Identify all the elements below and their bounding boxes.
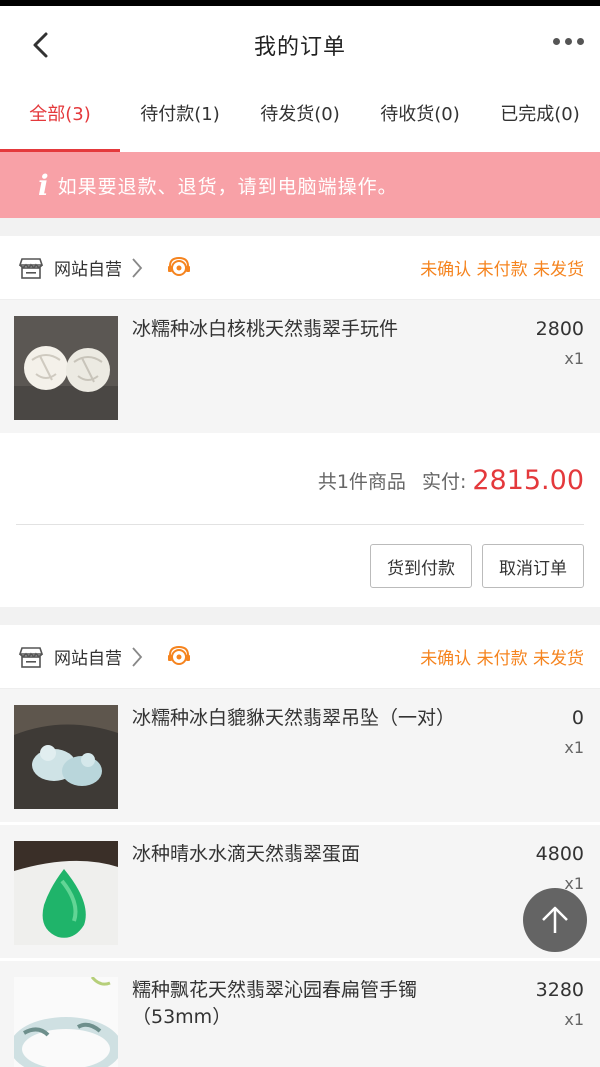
more-dots-icon[interactable] bbox=[553, 38, 584, 45]
customer-service-icon[interactable] bbox=[166, 255, 192, 281]
notice-text: 如果要退款、退货，请到电脑端操作。 bbox=[57, 175, 398, 198]
product-qty: x1 bbox=[564, 1010, 584, 1029]
order-item[interactable]: 糯种飘花天然翡翠沁园春扁管手镯（53mm） 3280 x1 bbox=[0, 961, 600, 1067]
order-item[interactable]: 冰糯种冰白核桃天然翡翠手玩件 2800 x1 bbox=[0, 300, 600, 436]
product-name[interactable]: 糯种飘花天然翡翠沁园春扁管手镯（53mm） bbox=[132, 977, 514, 1067]
price-column: 2800 x1 bbox=[514, 316, 584, 417]
page-title: 我的订单 bbox=[253, 35, 346, 60]
product-price: 0 bbox=[571, 707, 584, 729]
pay-label: 实付: bbox=[421, 470, 467, 493]
product-image[interactable] bbox=[14, 316, 118, 420]
store-name[interactable]: 网站自营 bbox=[54, 255, 122, 280]
product-image[interactable] bbox=[14, 841, 118, 945]
order-status: 未确认 未付款 未发货 bbox=[420, 260, 584, 280]
chevron-right-icon[interactable] bbox=[130, 645, 144, 669]
cash-on-delivery-button[interactable]: 货到付款 bbox=[370, 544, 472, 588]
scroll-top-button[interactable] bbox=[523, 888, 587, 952]
order-item[interactable]: 冰种晴水水滴天然翡翠蛋面 4800 x1 bbox=[0, 825, 600, 961]
info-icon: i bbox=[38, 168, 50, 202]
app-header: 我的订单 bbox=[0, 6, 600, 84]
product-qty: x1 bbox=[564, 738, 584, 757]
store-row: 网站自营 未确认 未付款 未发货 bbox=[0, 236, 600, 300]
order-card: 网站自营 未确认 未付款 未发货 冰糯种冰白貔貅天然翡翠吊坠（一对） 0 x1 … bbox=[0, 625, 600, 1067]
tab-pending-shipment[interactable]: 待发货(0) bbox=[240, 84, 360, 152]
store-row: 网站自营 未确认 未付款 未发货 bbox=[0, 625, 600, 689]
product-name[interactable]: 冰糯种冰白貔貅天然翡翠吊坠（一对） bbox=[132, 705, 514, 806]
product-price: 3280 bbox=[535, 979, 584, 1001]
product-name[interactable]: 冰种晴水水滴天然翡翠蛋面 bbox=[132, 841, 514, 942]
tab-completed[interactable]: 已完成(0) bbox=[480, 84, 600, 152]
product-price: 4800 bbox=[535, 843, 584, 865]
tab-pending-payment[interactable]: 待付款(1) bbox=[120, 84, 240, 152]
cancel-order-button[interactable]: 取消订单 bbox=[482, 544, 584, 588]
order-status: 未确认 未付款 未发货 bbox=[420, 649, 584, 669]
arrow-up-icon bbox=[542, 906, 568, 933]
product-name[interactable]: 冰糯种冰白核桃天然翡翠手玩件 bbox=[132, 316, 514, 417]
tab-all[interactable]: 全部(3) bbox=[0, 84, 120, 152]
pay-amount: 2815.00 bbox=[472, 464, 584, 496]
order-item[interactable]: 冰糯种冰白貔貅天然翡翠吊坠（一对） 0 x1 bbox=[0, 689, 600, 825]
item-count: 共1件商品 bbox=[317, 470, 406, 493]
product-qty: x1 bbox=[564, 349, 584, 368]
shop-icon bbox=[18, 646, 44, 668]
chevron-right-icon[interactable] bbox=[130, 256, 144, 280]
customer-service-icon[interactable] bbox=[166, 644, 192, 670]
order-tabs: 全部(3) 待付款(1) 待发货(0) 待收货(0) 已完成(0) bbox=[0, 84, 600, 152]
store-name[interactable]: 网站自营 bbox=[54, 644, 122, 669]
notice-banner: i 如果要退款、退货，请到电脑端操作。 bbox=[0, 152, 600, 218]
price-column: 0 x1 bbox=[514, 705, 584, 806]
order-card: 网站自营 未确认 未付款 未发货 冰糯种冰白核桃天然翡翠手玩件 2800 x1 … bbox=[0, 236, 600, 607]
product-image[interactable] bbox=[14, 705, 118, 809]
price-column: 3280 x1 bbox=[514, 977, 584, 1067]
order-summary: 共1件商品 实付: 2815.00 bbox=[0, 436, 600, 524]
chevron-left-icon[interactable] bbox=[26, 28, 56, 62]
shop-icon bbox=[18, 257, 44, 279]
tab-pending-receipt[interactable]: 待收货(0) bbox=[360, 84, 480, 152]
product-price: 2800 bbox=[535, 318, 584, 340]
order-actions: 货到付款 取消订单 bbox=[0, 525, 600, 607]
product-image[interactable] bbox=[14, 977, 118, 1067]
